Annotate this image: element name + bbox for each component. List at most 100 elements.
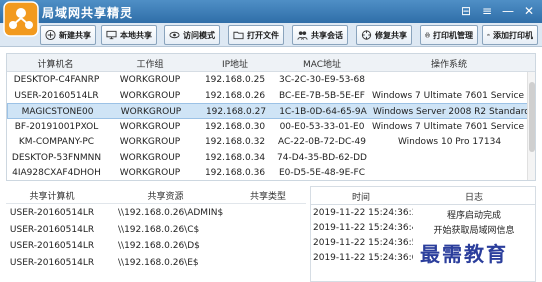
workgroup-cell: WORKGROUP xyxy=(120,107,182,117)
computer-row[interactable]: MAGICSTONE00 WORKGROUP 192.168.0.27 1C-1B-0… xyxy=(7,103,535,119)
column-header[interactable]: 共享资源 xyxy=(98,189,233,202)
log-list-header: 时间 日志 xyxy=(311,187,535,205)
ip-address-cell: 192.168.0.32 xyxy=(204,137,266,147)
local-share-label: 本地共享 xyxy=(120,30,152,40)
computer-row[interactable]: DESKTOP-C4FANRP WORKGROUP 192.168.0.25 3C-2… xyxy=(7,72,535,88)
open-file-label: 打开文件 xyxy=(247,30,279,40)
mac-address-cell: AC-22-0B-72-DC-49 xyxy=(278,137,366,147)
title-bar: 局域网共享精灵 ⊟ ≡ — ✕ xyxy=(0,0,542,23)
workgroup-cell: WORKGROUP xyxy=(119,137,181,147)
share-computer-cell: USER-20160514LR xyxy=(9,241,95,251)
local-share-button[interactable]: 本地共享 xyxy=(101,25,157,45)
plus-icon xyxy=(45,29,56,41)
new-share-button[interactable]: 新建共享 xyxy=(40,25,96,45)
log-row[interactable]: 2019-11-22 15:24:36:315程序启动完成 xyxy=(311,205,535,221)
repair-icon xyxy=(361,30,372,40)
log-time-cell: 2019-11-22 15:24:36:516 xyxy=(313,238,413,248)
new-share-label: 新建共享 xyxy=(59,30,91,40)
ip-address-cell: 192.168.0.36 xyxy=(204,168,266,178)
window-controls: ⊟ ≡ — ✕ xyxy=(459,3,536,19)
share-computer-cell: USER-20160514LR xyxy=(9,224,95,235)
skin-icon[interactable]: ⊟ xyxy=(459,3,473,19)
open-file-button[interactable]: 打开文件 xyxy=(228,25,284,45)
os-cell: Windows 7 Ultimate 7601 Service Pack 1 xyxy=(372,121,527,132)
log-time-cell: 2019-11-22 15:24:36:315 xyxy=(313,208,413,218)
workgroup-cell: WORKGROUP xyxy=(119,168,181,178)
computer-row[interactable]: USER-20160514LR WORKGROUP 192.168.0.26 BC-E… xyxy=(7,88,535,104)
vertical-scrollbar[interactable] xyxy=(527,72,535,180)
watermark-text: 最需教育 xyxy=(420,242,508,266)
column-header[interactable]: 计算机名 xyxy=(7,57,104,70)
column-header[interactable]: 操作系统 xyxy=(370,57,528,70)
mac-address-cell: 00-E0-53-33-01-E0 xyxy=(279,121,365,132)
eye-icon xyxy=(169,31,180,39)
mac-address-cell: 1C-1B-0D-64-65-9A xyxy=(279,107,367,117)
scrollbar-thumb[interactable] xyxy=(529,82,535,152)
computer-name-cell: DESKTOP-53FNMNN xyxy=(11,152,102,163)
column-header[interactable]: 工作组 xyxy=(104,57,196,70)
ip-address-cell: 192.168.0.34 xyxy=(204,152,266,163)
computer-row[interactable]: KM-COMPANY-PC WORKGROUP 192.168.0.32 AC-22-… xyxy=(7,134,535,150)
mac-address-cell: BC-EE-7B-5B-5E-EF xyxy=(279,90,365,101)
column-header[interactable]: MAC地址 xyxy=(274,57,370,70)
computer-name-cell: 4IA928CXAF4DHOH xyxy=(12,168,101,178)
log-time-cell: 2019-11-22 15:24:36:416 xyxy=(313,223,413,233)
folder-icon xyxy=(233,31,244,40)
access-mode-button[interactable]: 访问模式 xyxy=(164,25,220,45)
mac-address-cell: E0-D5-5E-48-9E-FC xyxy=(278,168,366,178)
column-header[interactable]: 时间 xyxy=(311,190,411,203)
ip-address-cell: 192.168.0.26 xyxy=(204,90,266,101)
people-icon xyxy=(297,31,308,40)
column-header[interactable]: IP地址 xyxy=(196,57,274,70)
printer-manage-label: 打印机管理 xyxy=(433,30,473,40)
computer-name-cell: BF-20191001PXOL xyxy=(14,121,99,132)
os-cell: Windows Server 2008 R2 Standard 7600 xyxy=(373,107,528,117)
share-resource-cell: \\192.168.0.26\C$ xyxy=(118,224,200,235)
share-row[interactable]: USER-20160514LR \\192.168.0.26\D$ xyxy=(6,237,306,254)
share-list: 共享计算机 共享资源 共享类型 USER-20160514LR \\192.168… xyxy=(6,186,306,282)
computer-name-cell: MAGICSTONE00 xyxy=(21,107,94,117)
add-printer-icon xyxy=(487,33,490,36)
add-printer-label: 添加打印机 xyxy=(493,30,533,40)
share-row[interactable]: USER-20160514LR \\192.168.0.26\ADMIN$ xyxy=(6,204,306,221)
computer-row[interactable]: BF-20191001PXOL WORKGROUP 192.168.0.30 00-E… xyxy=(7,119,535,135)
ip-address-cell: 192.168.0.25 xyxy=(204,75,266,85)
computer-name-cell: KM-COMPANY-PC xyxy=(18,137,95,147)
log-time-cell: 2019-11-22 15:24:36:616 xyxy=(313,253,413,263)
toolbar: 新建共享 本地共享 访问模式 打开文件 共享会话 修复共享 打印机管理 添加打印… xyxy=(0,23,542,47)
share-list-header: 共享计算机 共享资源 共享类型 xyxy=(6,186,306,204)
app-logo-icon xyxy=(3,1,39,37)
computer-list: 计算机名 工作组 IP地址 MAC地址 操作系统 DESKTOP-C4FANRP… xyxy=(6,53,536,181)
repair-share-button[interactable]: 修复共享 xyxy=(356,25,412,45)
share-row[interactable]: USER-20160514LR \\192.168.0.26\E$ xyxy=(6,254,306,271)
workgroup-cell: WORKGROUP xyxy=(119,90,181,101)
ip-address-cell: 192.168.0.27 xyxy=(205,107,267,117)
close-icon[interactable]: ✕ xyxy=(522,3,536,19)
os-cell: Windows 7 Ultimate 7601 Service Pack 1 xyxy=(372,90,527,101)
share-computer-cell: USER-20160514LR xyxy=(9,257,95,268)
computer-row[interactable]: 4IA928CXAF4DHOH WORKGROUP 192.168.0.36 E0-D… xyxy=(7,165,535,180)
workgroup-cell: WORKGROUP xyxy=(119,121,181,132)
access-mode-label: 访问模式 xyxy=(183,30,215,40)
share-resource-cell: \\192.168.0.26\D$ xyxy=(118,241,200,251)
column-header[interactable]: 共享类型 xyxy=(233,189,303,202)
mac-address-cell: 74-D4-35-BD-62-DD xyxy=(277,152,367,163)
share-session-button[interactable]: 共享会话 xyxy=(292,25,348,45)
column-header[interactable]: 日志 xyxy=(411,190,535,203)
menu-icon[interactable]: ≡ xyxy=(480,3,494,19)
add-printer-button[interactable]: 添加打印机 xyxy=(482,25,538,45)
share-row[interactable]: USER-20160514LR \\192.168.0.26\C$ xyxy=(6,221,306,238)
os-cell: Windows 10 Pro 17134 xyxy=(397,137,502,147)
workgroup-cell: WORKGROUP xyxy=(119,75,181,85)
computer-name-cell: DESKTOP-C4FANRP xyxy=(13,75,100,85)
computer-icon xyxy=(106,30,117,40)
log-row[interactable]: 2019-11-22 15:24:36:416开始获取局域网信息 xyxy=(311,220,535,236)
repair-share-label: 修复共享 xyxy=(375,30,407,40)
column-header[interactable]: 共享计算机 xyxy=(6,189,98,202)
printer-manage-button[interactable]: 打印机管理 xyxy=(420,25,478,45)
computer-row[interactable]: DESKTOP-53FNMNN WORKGROUP 192.168.0.34 74-D… xyxy=(7,150,535,166)
minimize-icon[interactable]: — xyxy=(501,3,515,19)
share-resource-cell: \\192.168.0.26\E$ xyxy=(118,257,199,268)
computer-list-header: 计算机名 工作组 IP地址 MAC地址 操作系统 xyxy=(7,54,535,72)
app-title: 局域网共享精灵 xyxy=(42,6,134,20)
